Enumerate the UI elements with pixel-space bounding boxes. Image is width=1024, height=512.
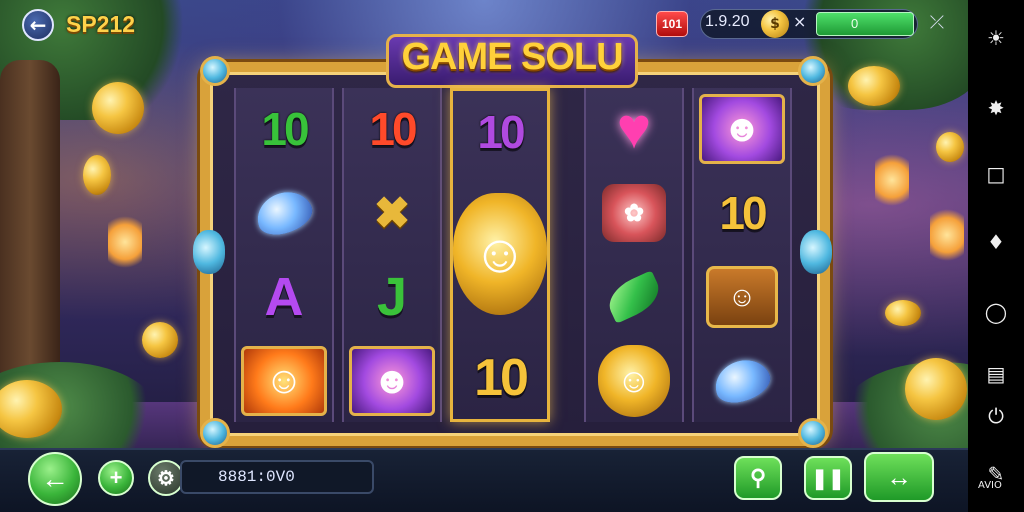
- symbol-portrait-fire: ☺: [236, 340, 332, 422]
- plus-icon[interactable]: +: [98, 460, 134, 496]
- coin-decoration: [142, 322, 178, 358]
- back-icon[interactable]: ←: [22, 9, 54, 41]
- coin-decoration: [83, 155, 111, 195]
- side-gem-icon: [800, 230, 832, 274]
- coin-decoration: [848, 66, 900, 106]
- coin-decoration: [936, 132, 964, 162]
- lantern-right: [875, 150, 909, 210]
- coin-decoration: [885, 300, 921, 326]
- search-icon[interactable]: ⚲: [734, 456, 782, 500]
- symbol-chest: ☺: [694, 256, 790, 338]
- symbol-gem-green: [586, 256, 682, 338]
- power-icon[interactable]: ⏻: [980, 400, 1012, 432]
- reel-3: 10 ☺ 10: [450, 88, 550, 422]
- coin-icon: $: [761, 10, 789, 38]
- corner-gem-icon: [200, 418, 230, 448]
- bet-value: 8881:0V0: [218, 468, 295, 486]
- pause-icon[interactable]: ❚❚: [804, 456, 852, 500]
- brand-label: SP212: [66, 11, 136, 37]
- reel-4: ♥ ✿ ☺: [584, 88, 684, 422]
- balance-value: 1.9.20: [705, 13, 750, 30]
- symbol-basket: ✿: [586, 172, 682, 254]
- corner-gem-icon: [798, 56, 828, 86]
- gear-icon[interactable]: ⚙: [148, 460, 184, 496]
- symbol-ten: 10: [261, 103, 309, 155]
- game-title: GAME SOLU: [401, 36, 623, 78]
- symbol-ten: 10: [474, 349, 529, 407]
- book-icon[interactable]: ▤: [980, 358, 1012, 390]
- symbol-ten: 10: [477, 106, 525, 158]
- symbol-gold-glyph: ✖: [373, 188, 411, 238]
- symbol-mask-big: ☺: [453, 171, 547, 337]
- symbol-portrait-purple: ☻: [694, 88, 790, 170]
- notification-badge[interactable]: 101: [656, 11, 688, 37]
- chat-icon[interactable]: ◯: [980, 296, 1012, 328]
- game-scene: ← SP212 101 1.9.20 $ × 0 ⤫ GAME SOLU 10 …: [0, 0, 968, 512]
- symbol-heart: ♥: [616, 96, 652, 161]
- arrow-left-icon[interactable]: ←: [28, 452, 82, 506]
- coin-decoration: [92, 82, 144, 134]
- nav-caption: AVIO: [978, 480, 1002, 491]
- symbol-letter-a: A: [264, 267, 304, 327]
- reel-1: 10 A ☺: [234, 88, 334, 422]
- corner-gem-icon: [200, 56, 230, 86]
- swap-arrows-icon[interactable]: ↔: [864, 452, 934, 502]
- reel-5: ☻ 10 ☺: [692, 88, 792, 422]
- tree-trunk-left: [0, 60, 60, 390]
- reel-2: 10 ✖ J ☻: [342, 88, 442, 422]
- symbol-mask-small: ☺: [586, 340, 682, 422]
- symbol-gem-blue: [694, 340, 790, 422]
- square-icon[interactable]: □: [980, 158, 1012, 190]
- symbol-gem-blue: [236, 172, 332, 254]
- symbol-ten: 10: [719, 187, 767, 239]
- symbol-letter-j: J: [376, 267, 408, 327]
- settings-cog-icon[interactable]: ✸: [980, 92, 1012, 124]
- lantern-left: [108, 212, 142, 272]
- symbol-portrait-purple: ☻: [344, 340, 440, 422]
- fullscreen-exit-icon[interactable]: ⤫: [926, 12, 948, 34]
- symbol-ten: 10: [369, 103, 417, 155]
- lantern-far-right: [930, 205, 964, 265]
- shield-icon[interactable]: ♦: [980, 226, 1012, 258]
- coin-decoration: [905, 358, 967, 420]
- corner-gem-icon: [798, 418, 828, 448]
- puzzle-icon[interactable]: ☀: [980, 22, 1012, 54]
- balance-suffix: ×: [793, 12, 807, 31]
- meter-value: 0: [816, 12, 914, 36]
- side-gem-icon: [193, 230, 225, 274]
